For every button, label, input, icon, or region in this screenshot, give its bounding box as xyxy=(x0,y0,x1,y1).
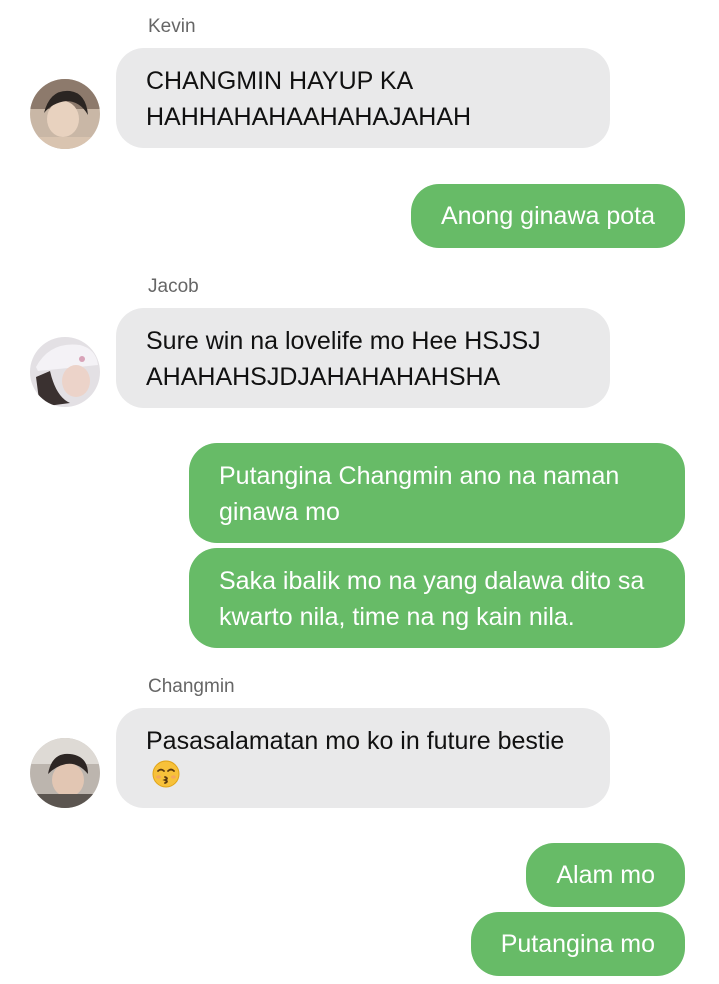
message-bubble-incoming[interactable]: CHANGMIN HAYUP KA HAHHAHAHAAHAHAJAHAH xyxy=(116,48,610,148)
avatar-kevin[interactable] xyxy=(30,79,100,149)
message-text: Putangina Changmin ano na naman ginawa m… xyxy=(219,462,620,526)
message-bubble-outgoing[interactable]: Saka ibalik mo na yang dalawa dito sa kw… xyxy=(189,548,685,648)
user-avatar-changmin-icon xyxy=(30,738,100,808)
message-bubble-outgoing[interactable]: Putangina mo xyxy=(470,912,685,976)
sender-name-changmin: Changmin xyxy=(148,676,235,697)
message-text: Sure win na lovelife mo Hee HSJSJ AHAHAH… xyxy=(146,327,541,391)
avatar-jacob[interactable] xyxy=(30,337,100,407)
message-bubble-outgoing[interactable]: Anong ginawa pota xyxy=(410,184,685,248)
message-bubble-incoming[interactable]: Sure win na lovelife mo Hee HSJSJ AHAHAH… xyxy=(116,308,610,408)
message-text: Putangina mo xyxy=(500,930,655,958)
message-text: Pasasalamatan mo ko in future bestie xyxy=(146,727,565,755)
sender-name-jacob: Jacob xyxy=(148,276,199,297)
message-bubble-outgoing[interactable]: Alam mo xyxy=(526,843,685,907)
sender-name-kevin: Kevin xyxy=(148,16,196,37)
message-bubble-incoming[interactable]: Pasasalamatan mo ko in future bestie xyxy=(116,708,610,808)
message-text: Anong ginawa pota xyxy=(440,202,655,230)
user-avatar-jacob-icon xyxy=(30,337,100,407)
message-bubble-outgoing[interactable]: Putangina Changmin ano na naman ginawa m… xyxy=(189,443,685,543)
message-text: Alam mo xyxy=(556,861,655,889)
avatar-changmin[interactable] xyxy=(30,738,100,808)
message-text: CHANGMIN HAYUP KA HAHHAHAHAAHAHAJAHAH xyxy=(146,67,472,131)
kissing-face-emoji-icon xyxy=(152,760,180,798)
message-text: Saka ibalik mo na yang dalawa dito sa kw… xyxy=(219,567,645,631)
user-avatar-kevin-icon xyxy=(30,79,100,149)
